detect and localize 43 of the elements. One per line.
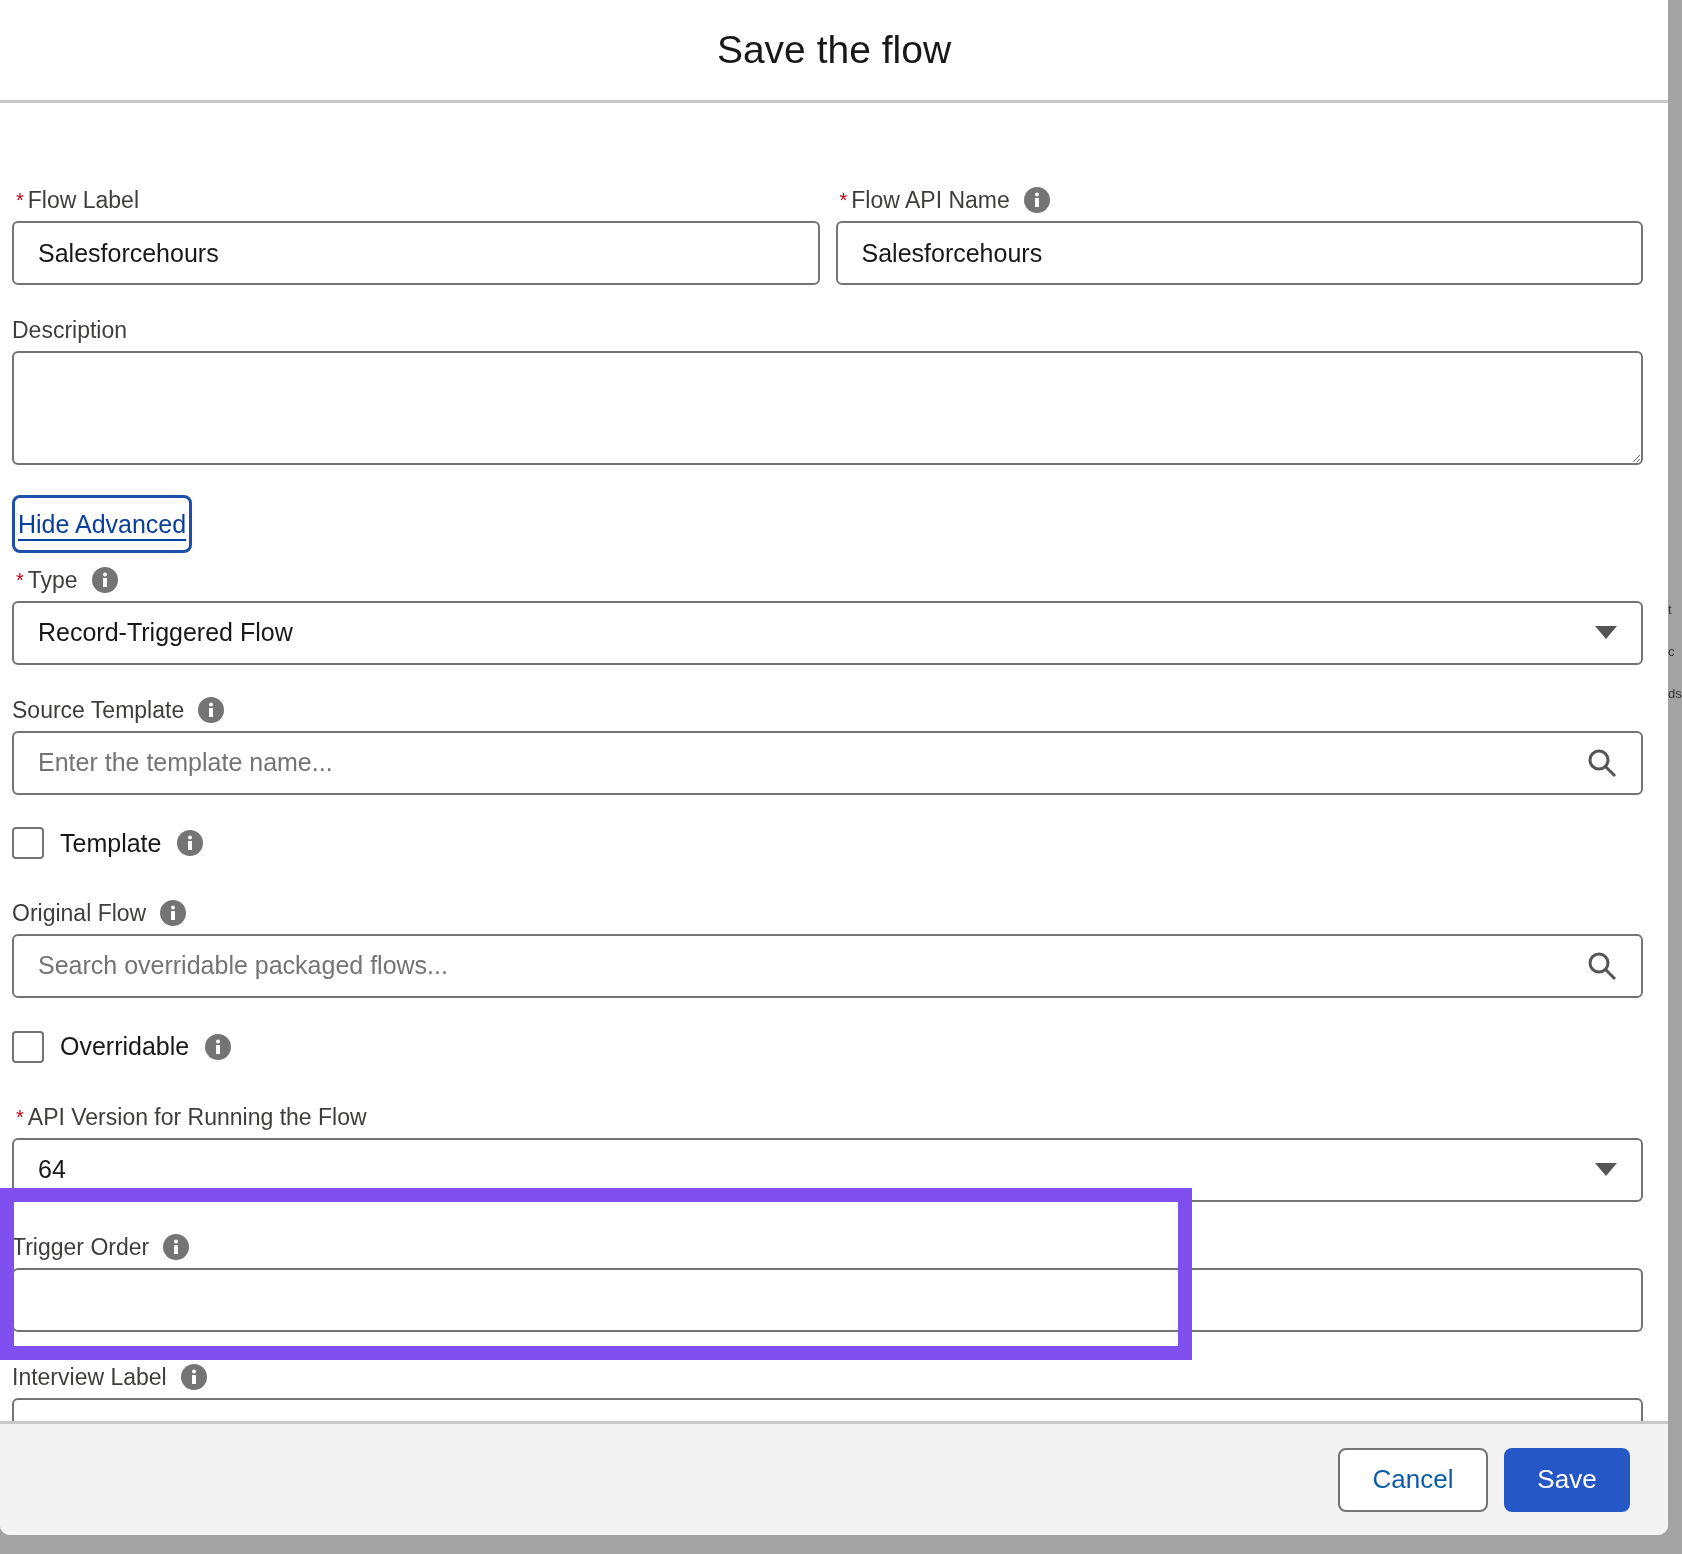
cancel-button[interactable]: Cancel bbox=[1338, 1447, 1488, 1512]
background-text: t bbox=[1668, 601, 1673, 619]
text-field[interactable]: Salesforcehours bbox=[835, 221, 1643, 285]
field-label: Interview Label bbox=[12, 1362, 167, 1392]
hide-advanced-link[interactable]: Hide Advanced bbox=[12, 495, 193, 553]
field-label: Description bbox=[12, 316, 128, 345]
field-label: Source Template bbox=[12, 695, 185, 725]
checkbox[interactable] bbox=[12, 1030, 44, 1063]
checkbox-label: Overridable bbox=[60, 1031, 190, 1062]
background-text: ds bbox=[1668, 685, 1682, 703]
caret-icon bbox=[1595, 1162, 1617, 1177]
info-icon[interactable] bbox=[205, 1033, 232, 1060]
checkbox-label: Template bbox=[60, 827, 162, 859]
description-field[interactable] bbox=[12, 351, 1643, 465]
save-button[interactable]: Save bbox=[1504, 1447, 1630, 1512]
info-icon[interactable] bbox=[163, 1233, 190, 1260]
info-icon[interactable] bbox=[198, 696, 225, 723]
info-icon[interactable] bbox=[180, 1363, 207, 1390]
info-icon[interactable] bbox=[91, 566, 118, 593]
field-label: Trigger Order bbox=[12, 1232, 150, 1262]
lookup-field[interactable]: Search overridable packaged flows... bbox=[12, 934, 1643, 998]
dialog-title: Save the flow bbox=[716, 26, 952, 73]
text-field[interactable] bbox=[12, 1267, 1643, 1332]
required-asterisk: * bbox=[15, 1104, 24, 1130]
search-icon bbox=[1587, 951, 1617, 981]
info-icon[interactable] bbox=[1023, 187, 1050, 213]
text-field[interactable]: Salesforcehours bbox=[12, 221, 820, 285]
required-asterisk: * bbox=[838, 188, 848, 213]
field-label: Type bbox=[27, 565, 78, 595]
required-asterisk: * bbox=[15, 567, 24, 593]
info-icon[interactable] bbox=[160, 900, 187, 926]
field-label: API Version for Running the Flow bbox=[27, 1102, 367, 1132]
select-field[interactable]: Record-Triggered Flow bbox=[12, 600, 1643, 665]
field-label: Flow Label bbox=[27, 186, 140, 215]
field-label: Flow API Name bbox=[851, 186, 1010, 215]
lookup-field[interactable]: Enter the template name... bbox=[12, 730, 1643, 795]
search-icon bbox=[1587, 747, 1617, 778]
info-icon[interactable] bbox=[177, 830, 204, 857]
required-asterisk: * bbox=[15, 188, 24, 213]
field-label: Original Flow bbox=[12, 899, 147, 928]
background-text: c bbox=[1668, 643, 1676, 661]
caret-icon bbox=[1595, 625, 1617, 640]
checkbox[interactable] bbox=[12, 827, 44, 860]
